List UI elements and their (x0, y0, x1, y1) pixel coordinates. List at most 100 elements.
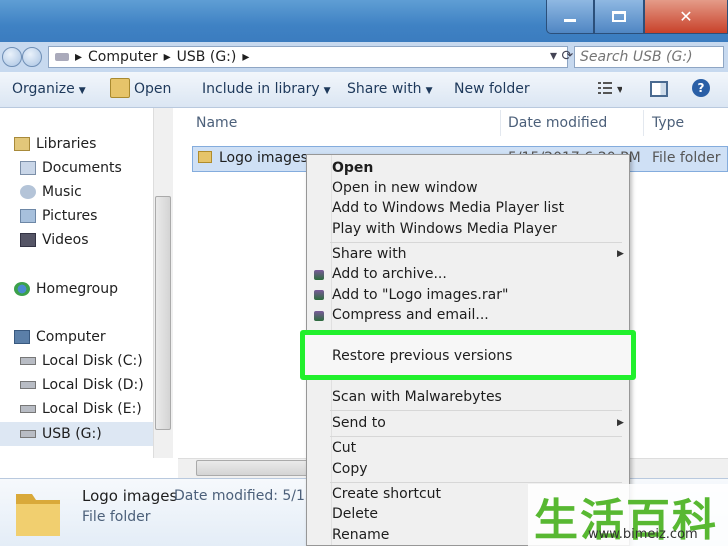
close-button[interactable]: ✕ (644, 0, 728, 34)
nav-item-music[interactable]: Music (20, 184, 82, 200)
menu-item-create-shortcut[interactable]: Create shortcut (332, 486, 441, 502)
large-folder-icon (14, 486, 62, 538)
breadcrumb-sep-icon: ▸ (75, 49, 83, 65)
help-icon[interactable]: ? (692, 79, 710, 97)
svg-text:▼: ▼ (617, 85, 622, 94)
menu-item-compress-email[interactable]: Compress and email... (332, 307, 489, 323)
computer-icon (14, 330, 30, 344)
folder-icon (16, 494, 60, 536)
menu-item-open[interactable]: Open (332, 160, 373, 176)
menu-item-send-to[interactable]: Send to (332, 415, 386, 431)
winrar-icon (314, 290, 324, 300)
drive-icon (55, 53, 69, 61)
menu-separator (330, 410, 622, 411)
nav-label: Documents (42, 160, 122, 176)
nav-item-videos[interactable]: Videos (20, 232, 89, 248)
menu-item-copy[interactable]: Copy (332, 461, 368, 477)
column-header-date[interactable]: Date modified (508, 115, 607, 131)
menu-item-add-to-archive[interactable]: Add to archive... (332, 266, 447, 282)
menu-item-play-with-wmp[interactable]: Play with Windows Media Player (332, 221, 557, 237)
menu-separator (330, 436, 622, 437)
pictures-icon (20, 209, 36, 223)
view-options-icon[interactable]: ▼ (596, 78, 624, 98)
details-date-modified: Date modified: 5/15/2 (174, 488, 328, 504)
nav-scrollbar-thumb[interactable] (155, 196, 171, 430)
drive-icon (20, 381, 36, 389)
breadcrumb-computer[interactable]: Computer (88, 49, 158, 65)
nav-item-documents[interactable]: Documents (20, 160, 122, 176)
nav-label: Videos (42, 232, 89, 248)
column-divider[interactable] (500, 110, 501, 136)
share-label: Share with (347, 81, 422, 97)
menu-item-share-with[interactable]: Share with (332, 246, 407, 262)
back-button[interactable] (2, 47, 22, 67)
nav-label: USB (G:) (42, 426, 102, 442)
address-bar[interactable]: ▸ Computer ▸ USB (G:) ▸ (48, 46, 568, 68)
maximize-button[interactable] (594, 0, 644, 34)
menu-separator (330, 242, 622, 243)
row-name: Logo images (219, 150, 308, 166)
row-type: File folder (652, 150, 721, 166)
preview-pane-icon[interactable] (650, 81, 668, 97)
documents-icon (20, 161, 36, 175)
forward-button[interactable] (22, 47, 42, 67)
watermark-url: www.bimeiz.com (588, 527, 698, 542)
nav-item-disk-d[interactable]: Local Disk (D:) (20, 377, 144, 393)
menu-item-scan-malwarebytes[interactable]: Scan with Malwarebytes (332, 389, 502, 405)
videos-icon (20, 233, 36, 247)
music-icon (20, 185, 36, 199)
submenu-arrow-icon: ▶ (617, 249, 624, 259)
include-in-library-button[interactable]: Include in library ▼ (202, 81, 331, 97)
menu-item-delete[interactable]: Delete (332, 506, 378, 522)
menu-item-open-new-window[interactable]: Open in new window (332, 180, 478, 196)
organize-label: Organize (12, 81, 75, 97)
column-header-type[interactable]: Type (652, 115, 684, 131)
nav-label: Music (42, 184, 82, 200)
open-folder-icon (110, 78, 130, 98)
winrar-icon (314, 270, 324, 280)
organize-button[interactable]: Organize ▼ (12, 81, 86, 97)
homegroup-icon (14, 282, 30, 296)
minimize-button[interactable] (546, 0, 594, 34)
breadcrumb-usb[interactable]: USB (G:) (177, 49, 237, 65)
menu-item-add-to-wmp-list[interactable]: Add to Windows Media Player list (332, 200, 564, 216)
horizontal-scrollbar-thumb[interactable] (196, 460, 316, 476)
menu-item-rename[interactable]: Rename (332, 527, 389, 543)
share-with-button[interactable]: Share with ▼ (347, 81, 432, 97)
menu-item-cut[interactable]: Cut (332, 440, 356, 456)
nav-item-pictures[interactable]: Pictures (20, 208, 97, 224)
minimize-icon (564, 19, 576, 22)
menu-separator (330, 482, 622, 483)
nav-item-disk-c[interactable]: Local Disk (C:) (20, 353, 143, 369)
usb-drive-icon (20, 430, 36, 438)
breadcrumb-sep-icon: ▸ (163, 49, 171, 65)
nav-label: Local Disk (D:) (42, 377, 144, 393)
close-icon: ✕ (679, 7, 693, 26)
details-type: File folder (82, 509, 151, 525)
column-divider[interactable] (643, 110, 644, 136)
menu-item-restore-previous-versions[interactable]: Restore previous versions (332, 348, 512, 364)
details-name: Logo images (82, 487, 178, 505)
include-label: Include in library (202, 81, 320, 97)
menu-item-add-to-rar[interactable]: Add to "Logo images.rar" (332, 287, 508, 303)
nav-item-disk-e[interactable]: Local Disk (E:) (20, 401, 142, 417)
nav-item-libraries[interactable]: Libraries (14, 136, 96, 152)
open-button[interactable]: Open (134, 81, 171, 97)
column-header-name[interactable]: Name (196, 115, 237, 131)
nav-item-computer[interactable]: Computer (14, 329, 106, 345)
nav-label: Computer (36, 329, 106, 345)
nav-label: Homegroup (36, 281, 119, 297)
refresh-icon[interactable]: ▾ ⟳ (550, 48, 573, 64)
nav-label: Libraries (36, 136, 97, 152)
drive-icon (20, 405, 36, 413)
nav-item-usb[interactable]: USB (G:) (20, 426, 102, 442)
submenu-arrow-icon: ▶ (617, 418, 624, 428)
list-view-icon: ▼ (598, 82, 624, 94)
libraries-icon (14, 137, 30, 151)
new-folder-button[interactable]: New folder (454, 81, 530, 97)
search-input[interactable] (574, 46, 724, 68)
nav-item-homegroup[interactable]: Homegroup (14, 281, 118, 297)
maximize-icon (612, 11, 626, 22)
drive-icon (20, 357, 36, 365)
breadcrumb-sep-icon: ▸ (242, 49, 250, 65)
